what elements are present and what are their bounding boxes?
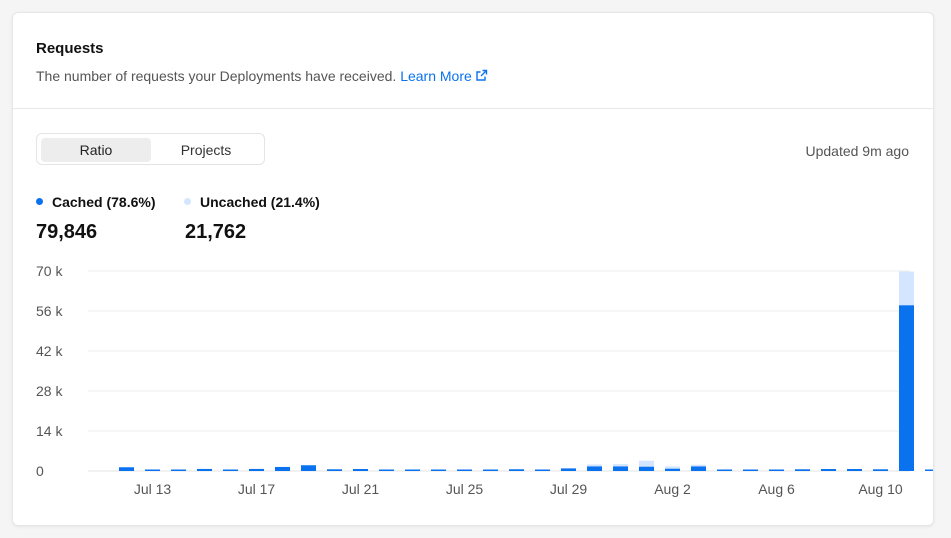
x-tick-label: Jul 21 bbox=[342, 481, 380, 497]
bar-cached bbox=[691, 466, 706, 471]
bar-cached bbox=[899, 305, 914, 471]
bar-cached bbox=[847, 469, 862, 471]
x-tick-label: Aug 6 bbox=[758, 481, 795, 497]
bar-cached bbox=[639, 466, 654, 471]
bar-uncached bbox=[899, 271, 914, 306]
bar-cached bbox=[353, 469, 368, 471]
x-tick-label: Jul 25 bbox=[446, 481, 484, 497]
bar-cached bbox=[483, 469, 498, 471]
y-tick-label: 14 k bbox=[36, 423, 63, 439]
requests-chart: 0 14 k 28 k 42 k 56 k 70 k Jul 13 Jul 17 Jul 21 J… bbox=[36, 263, 933, 497]
bar-cached bbox=[457, 469, 472, 471]
bar-cached bbox=[379, 469, 394, 471]
bar-cached bbox=[535, 469, 550, 471]
bar-cached bbox=[431, 469, 446, 471]
x-tick-label: Jul 29 bbox=[550, 481, 588, 497]
y-tick-label: 28 k bbox=[36, 383, 63, 399]
requests-card: Requests The number of requests your Dep… bbox=[12, 12, 934, 526]
bar-uncached bbox=[665, 466, 680, 469]
bar-uncached bbox=[639, 460, 654, 467]
bar-cached bbox=[743, 469, 758, 471]
bar-uncached bbox=[691, 464, 706, 467]
bar-cached bbox=[925, 469, 933, 471]
x-tick-label: Aug 2 bbox=[654, 481, 691, 497]
bar-cached bbox=[327, 469, 342, 471]
bar-cached bbox=[873, 469, 888, 471]
bar-uncached bbox=[587, 464, 602, 467]
bar-cached bbox=[613, 466, 628, 471]
y-tick-label: 0 bbox=[36, 463, 44, 479]
bar-cached bbox=[821, 469, 836, 471]
bar-cached bbox=[119, 467, 134, 471]
bar-cached bbox=[795, 469, 810, 471]
bar-cached bbox=[145, 469, 160, 471]
bar-uncached bbox=[613, 464, 628, 467]
bar-cached bbox=[405, 469, 420, 471]
bar-cached bbox=[275, 467, 290, 471]
bar-cached bbox=[509, 469, 524, 471]
y-tick-label: 70 k bbox=[36, 263, 63, 279]
bar-cached bbox=[223, 469, 238, 471]
y-tick-label: 42 k bbox=[36, 343, 63, 359]
bar-cached bbox=[717, 469, 732, 471]
bar-cached bbox=[561, 468, 576, 471]
x-tick-label: Jul 17 bbox=[238, 481, 276, 497]
bar-cached bbox=[769, 469, 784, 471]
bar-cached bbox=[665, 468, 680, 471]
bar-cached bbox=[249, 469, 264, 471]
x-tick-label: Jul 13 bbox=[134, 481, 172, 497]
bar-cached bbox=[301, 465, 316, 471]
y-tick-label: 56 k bbox=[36, 303, 63, 319]
bar-cached bbox=[587, 466, 602, 471]
x-tick-label: Aug 10 bbox=[858, 481, 903, 497]
bar-cached bbox=[171, 469, 186, 471]
bar-cached bbox=[197, 469, 212, 471]
